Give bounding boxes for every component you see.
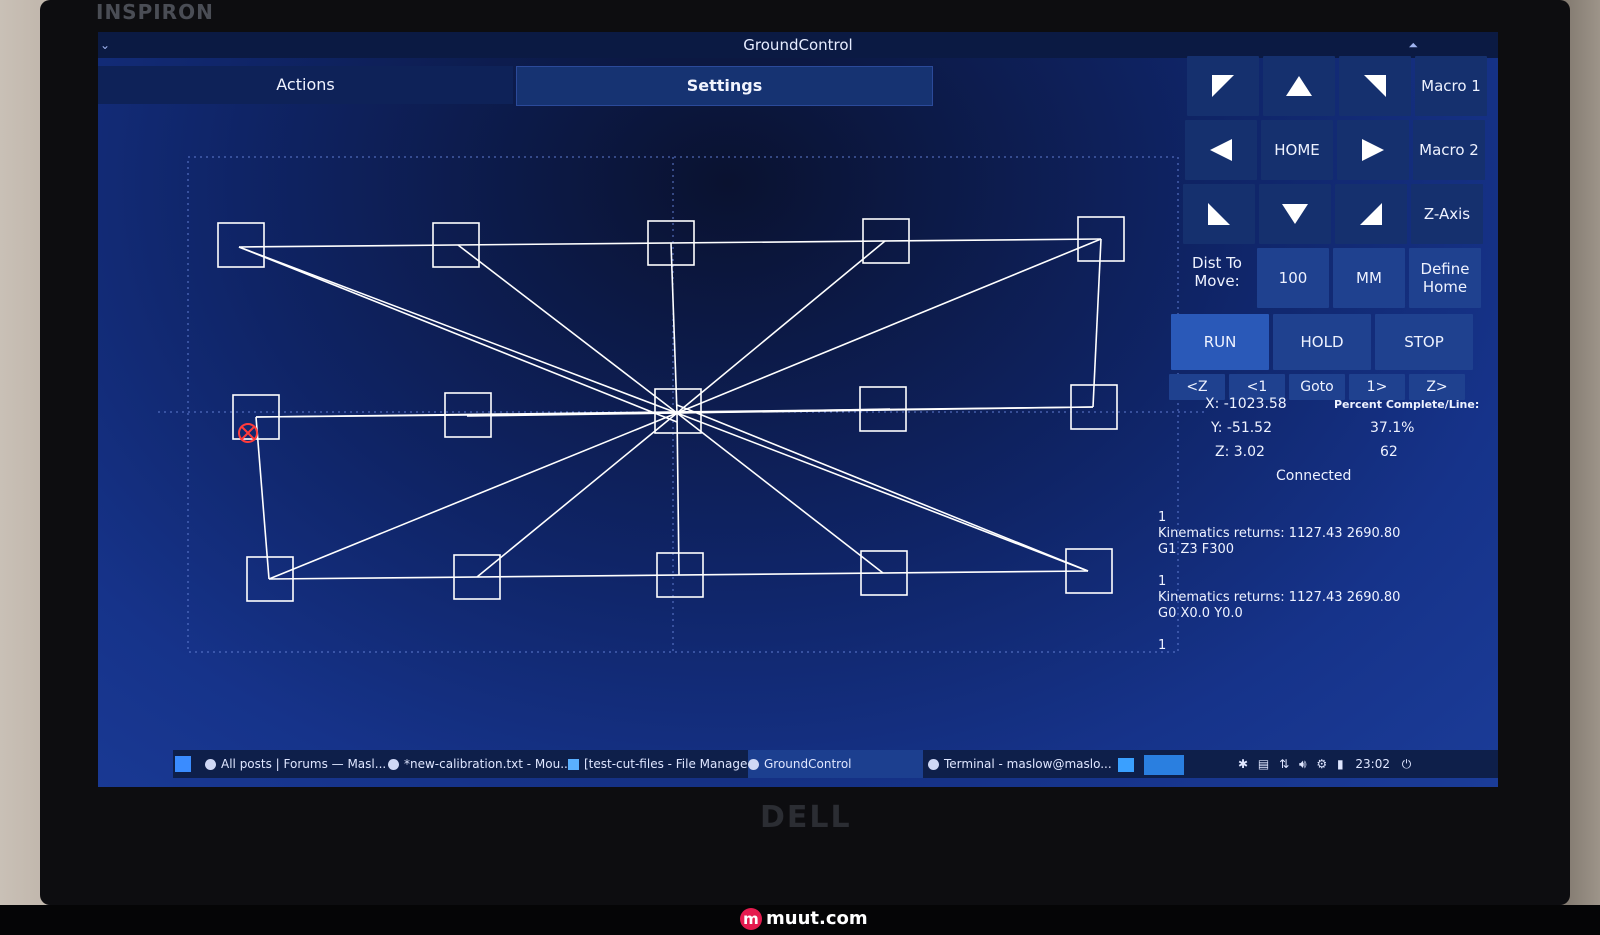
console-line: 1: [1158, 638, 1167, 653]
arrow-up-right-icon: [1364, 75, 1386, 97]
system-tray: ✱ ▤ ⇅ 🔊︎ ⚙ ▮ 23:02 ⏻: [1238, 750, 1411, 778]
tab-bar: Actions Settings: [98, 66, 933, 106]
toolpath-segment: [676, 240, 886, 414]
toolpath-segment: [676, 412, 884, 574]
app-icon: [748, 759, 759, 770]
console-log: 1 Kinematics returns: 1127.43 2690.80 G1…: [1158, 510, 1458, 654]
run-button[interactable]: RUN: [1171, 314, 1269, 370]
connection-status: Connected: [1276, 468, 1352, 484]
toolpath-segment: [457, 244, 678, 414]
dist-to-move-label: Dist To Move:: [1192, 254, 1242, 290]
settings-gear-icon[interactable]: ⚙: [1316, 757, 1327, 771]
arrow-right-icon: [1362, 139, 1384, 161]
terminal-icon: [928, 759, 939, 770]
jog-down-left-button[interactable]: [1183, 184, 1255, 244]
toolpath-segment: [676, 412, 1089, 572]
taskbar-item-browser[interactable]: All posts | Forums — Masl...: [205, 750, 386, 778]
jog-down-right-button[interactable]: [1335, 184, 1407, 244]
taskbar-item-terminal[interactable]: Terminal - maslow@maslo...: [928, 750, 1112, 778]
console-line: G0 X0.0 Y0.0: [1158, 606, 1243, 621]
toolpath-segment: [670, 242, 678, 414]
jog-up-left-button[interactable]: [1187, 56, 1259, 116]
folder-icon: [568, 759, 579, 770]
home-button[interactable]: HOME: [1261, 120, 1333, 180]
console-line: 1: [1158, 510, 1167, 525]
muut-watermark: m muut.com: [740, 908, 868, 930]
toolpath-segment: [255, 416, 270, 580]
arrow-down-right-icon: [1360, 203, 1382, 225]
toolpath-segment: [238, 238, 1102, 248]
nav-line-forward-button[interactable]: 1>: [1349, 374, 1405, 400]
editor-icon: [388, 759, 399, 770]
window-titlebar: ⌄ GroundControl ⏶: [98, 32, 1498, 58]
jog-down-button[interactable]: [1259, 184, 1331, 244]
window-up-icon[interactable]: ⏶: [1408, 32, 1418, 58]
tab-actions[interactable]: Actions: [98, 66, 513, 104]
window-menu-icon[interactable]: ⌄: [100, 32, 110, 58]
clock: 23:02: [1355, 757, 1390, 771]
network-icon[interactable]: ⇅: [1279, 757, 1289, 771]
define-home-button[interactable]: Define Home: [1409, 248, 1481, 308]
z-axis-button[interactable]: Z-Axis: [1411, 184, 1483, 244]
toolpath-segment: [676, 412, 680, 576]
arrow-up-left-icon: [1212, 75, 1234, 97]
jog-up-button[interactable]: [1263, 56, 1335, 116]
taskbar-item-groundcontrol[interactable]: GroundControl: [748, 750, 923, 778]
stop-button[interactable]: STOP: [1375, 314, 1473, 370]
start-menu-icon[interactable]: [175, 750, 197, 778]
jog-right-button[interactable]: [1337, 120, 1409, 180]
target-square: [217, 222, 265, 268]
volume-icon[interactable]: 🔊︎: [1299, 757, 1307, 771]
arrow-down-icon: [1282, 204, 1308, 224]
taskbar: All posts | Forums — Masl... *new-calibr…: [173, 750, 1498, 778]
z-readout: Z: 3.02: [1215, 444, 1265, 460]
console-line: 1: [1158, 574, 1167, 589]
taskbar-item-file-manager[interactable]: [test-cut-files - File Manager]: [568, 750, 757, 778]
clipboard-icon[interactable]: ▤: [1258, 757, 1269, 771]
toolpath-segment: [238, 246, 678, 414]
brand-label: INSPIRON: [96, 0, 214, 24]
hold-button[interactable]: HOLD: [1273, 314, 1371, 370]
toolpath-segment: [238, 246, 678, 423]
screen: ⌄ GroundControl ⏶ Actions Settings Macro…: [98, 32, 1498, 787]
jog-up-right-button[interactable]: [1339, 56, 1411, 116]
nav-z-forward-button[interactable]: Z>: [1409, 374, 1465, 400]
jog-left-button[interactable]: [1185, 120, 1257, 180]
y-readout: Y: -51.52: [1211, 420, 1272, 436]
toolpath-segment: [268, 412, 678, 580]
percent-complete-value: 37.1%: [1370, 420, 1415, 436]
arrow-up-icon: [1286, 76, 1312, 96]
workspace-switcher[interactable]: [1118, 750, 1184, 778]
console-line: Kinematics returns: 1127.43 2690.80: [1158, 526, 1401, 541]
units-button[interactable]: MM: [1333, 248, 1405, 308]
arrow-left-icon: [1210, 139, 1232, 161]
toolpath-lines: [238, 238, 1102, 580]
toolpath-segment: [476, 412, 678, 578]
browser-icon: [205, 759, 216, 770]
x-readout: X: -1023.58: [1205, 396, 1287, 412]
toolpath-segment: [1092, 238, 1102, 408]
taskbar-item-editor[interactable]: *new-calibration.txt - Mou...: [388, 750, 572, 778]
tab-settings[interactable]: Settings: [516, 66, 933, 106]
macro-2-button[interactable]: Macro 2: [1413, 120, 1485, 180]
console-line: G1 Z3 F300: [1158, 542, 1235, 557]
goto-button[interactable]: Goto: [1289, 374, 1345, 400]
console-line: Kinematics returns: 1127.43 2690.80: [1158, 590, 1401, 605]
arrow-down-left-icon: [1208, 203, 1230, 225]
muut-logo-icon: m: [740, 908, 762, 930]
bluetooth-icon[interactable]: ✱: [1238, 757, 1248, 771]
toolpath-canvas[interactable]: [158, 137, 1208, 677]
macro-1-button[interactable]: Macro 1: [1415, 56, 1487, 116]
line-number-value: 62: [1380, 444, 1398, 460]
window-title: GroundControl: [743, 36, 853, 54]
percent-complete-label: Percent Complete/Line:: [1334, 398, 1480, 411]
power-icon[interactable]: ⏻: [1402, 757, 1412, 771]
toolpath-segment: [676, 404, 1089, 572]
dist-value-button[interactable]: 100: [1257, 248, 1329, 308]
dell-logo: DELL: [760, 800, 852, 835]
battery-icon[interactable]: ▮: [1337, 757, 1344, 771]
